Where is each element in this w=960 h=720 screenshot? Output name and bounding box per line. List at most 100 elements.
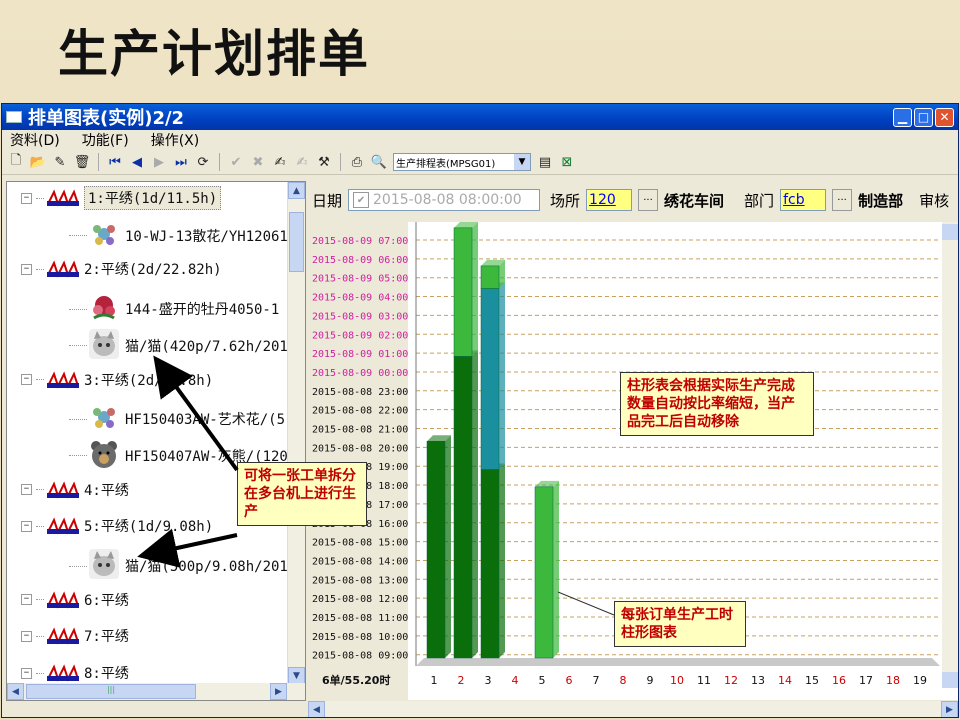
menu-data[interactable]: 资料(D) <box>10 130 60 150</box>
y-tick-label: 2015-08-08 09:00 <box>312 651 408 662</box>
y-tick-label: 2015-08-08 13:00 <box>312 575 408 586</box>
scroll-down-icon[interactable]: ▼ <box>288 667 305 684</box>
last-record-icon[interactable]: ⏭ <box>173 154 189 170</box>
new-icon[interactable]: 🗋 <box>8 153 24 170</box>
chevron-down-icon[interactable]: ▼ <box>514 154 530 170</box>
y-tick-label: 2015-08-08 12:00 <box>312 594 408 605</box>
scroll-track[interactable] <box>325 701 941 717</box>
machine-logo-icon <box>46 591 80 609</box>
tree-machine-node[interactable]: − 4:平绣 <box>21 480 129 500</box>
tree-order-node[interactable]: 144-盛开的牡丹4050-1 <box>69 292 279 326</box>
collapse-icon[interactable]: − <box>21 667 32 679</box>
dept-field[interactable]: fcb <box>780 189 827 211</box>
order-label: 144-盛开的牡丹4050-1 <box>125 302 280 319</box>
delete-icon[interactable]: 🗑 <box>74 154 91 170</box>
next-record-icon[interactable]: ▶ <box>151 154 167 170</box>
bar-side <box>499 282 505 470</box>
site-value: 120 <box>589 192 616 208</box>
tree-machine-node[interactable]: − 5:平绣(1d/9.08h) <box>21 516 213 536</box>
first-record-icon[interactable]: ⏮ <box>107 154 123 170</box>
tree-vertical-scrollbar[interactable]: ▲ ▼ <box>287 182 305 684</box>
refresh-icon[interactable]: ⟳ <box>195 154 211 170</box>
title-bar: 排单图表(实例)2/2 ▁ □ ✕ <box>2 104 958 130</box>
y-tick-label: 2015-08-09 06:00 <box>312 255 408 266</box>
print-preview-icon[interactable]: 🔍 <box>371 154 387 170</box>
menu-operate[interactable]: 操作(X) <box>151 130 200 150</box>
scroll-up-icon[interactable]: ▲ <box>288 182 305 199</box>
bear-icon <box>89 439 125 473</box>
date-field[interactable]: ✔ 2015-08-08 08:00:00 <box>348 189 541 211</box>
excel-icon[interactable]: ⊠ <box>559 154 575 170</box>
date-checkbox[interactable]: ✔ <box>353 192 370 208</box>
tool-icon[interactable]: ⚒ <box>316 154 332 170</box>
dept-lookup-button[interactable]: ··· <box>832 189 853 211</box>
tree-order-node[interactable]: 猫/猫(420p/7.62h/201 <box>69 328 288 363</box>
machine-label: 6:平绣 <box>84 592 129 609</box>
maximize-button[interactable]: □ <box>914 107 933 127</box>
scroll-right-icon[interactable]: ▶ <box>941 701 958 717</box>
chart-horizontal-scrollbar[interactable]: ◀ ▶ <box>308 701 958 717</box>
machine-logo-icon <box>46 664 80 682</box>
collapse-icon[interactable]: − <box>21 374 32 385</box>
prev-record-icon[interactable]: ◀ <box>129 154 145 170</box>
tree-order-node[interactable]: HF150403AW-艺术花/(5 <box>69 402 285 436</box>
dept-name: 制造部 <box>858 191 904 210</box>
unapprove-icon[interactable]: ✍ <box>294 154 310 170</box>
bars-callout: 每张订单生产工时柱形图表 <box>614 601 746 647</box>
dept-value: fcb <box>783 192 805 208</box>
machine-label: 4:平绣 <box>84 482 129 499</box>
bar <box>453 356 473 659</box>
edit-icon[interactable]: ✎ <box>52 154 68 170</box>
collapse-icon[interactable]: − <box>21 263 32 275</box>
machine-logo-icon <box>46 260 80 278</box>
y-tick-label: 2015-08-08 10:00 <box>312 632 408 643</box>
x-tick-label: 12 <box>724 674 738 687</box>
machine-label: 2:平绣(2d/22.82h) <box>84 262 222 279</box>
collapse-icon[interactable]: − <box>21 520 32 532</box>
tree-machine-node[interactable]: − 6:平绣 <box>21 590 129 610</box>
scroll-thumb[interactable]: ||| <box>26 684 196 699</box>
tree-machine-node[interactable]: − 1:平绣(1d/11.5h) <box>21 186 222 210</box>
scroll-left-icon[interactable]: ◀ <box>7 683 24 700</box>
tree-order-node[interactable]: 猫/猫(500p/9.08h/201 <box>69 549 288 583</box>
toolbar-separator <box>340 153 341 171</box>
site-lookup-button[interactable]: ··· <box>638 189 659 211</box>
x-tick-label: 8 <box>620 674 627 687</box>
scroll-up-icon <box>942 224 958 240</box>
bar-side <box>445 435 451 658</box>
minimize-button[interactable]: ▁ <box>893 107 912 127</box>
collapse-icon[interactable]: − <box>21 630 32 642</box>
print-icon[interactable]: ⎙ <box>349 154 365 170</box>
tree-machine-node[interactable]: − 7:平绣 <box>21 626 129 646</box>
open-folder-icon[interactable]: 📂 <box>30 154 46 170</box>
tree-machine-node[interactable]: − 8:平绣 <box>21 663 129 683</box>
collapse-icon[interactable]: − <box>21 192 32 204</box>
scroll-thumb[interactable] <box>289 212 304 272</box>
y-tick-label: 2015-08-09 00:00 <box>312 368 408 379</box>
toolbar-separator <box>219 153 220 171</box>
date-value: 2015-08-08 08:00:00 <box>373 192 522 208</box>
confirm-icon[interactable]: ✔ <box>228 154 244 170</box>
scroll-left-icon[interactable]: ◀ <box>308 701 325 717</box>
report-select[interactable]: 生产排程表(MPSG01) ▼ <box>393 153 531 171</box>
collapse-icon[interactable]: − <box>21 484 32 496</box>
cancel-icon[interactable]: ✖ <box>250 154 266 170</box>
x-tick-label: 5 <box>539 674 546 687</box>
x-tick-label: 18 <box>886 674 900 687</box>
machine-label: 5:平绣(1d/9.08h) <box>84 519 214 536</box>
collapse-icon[interactable]: − <box>21 594 32 606</box>
export-icon[interactable]: ▤ <box>537 154 553 170</box>
tree-machine-node[interactable]: − 2:平绣(2d/22.82h) <box>21 259 222 279</box>
machine-label: 1:平绣(1d/11.5h) <box>84 186 222 210</box>
flower-icon <box>89 219 125 253</box>
approve-icon[interactable]: ✍ <box>272 154 288 170</box>
close-button[interactable]: ✕ <box>935 107 954 127</box>
scroll-right-icon[interactable]: ▶ <box>270 683 287 700</box>
site-name: 绣花车间 <box>664 191 725 210</box>
menu-function[interactable]: 功能(F) <box>82 130 129 150</box>
tree-machine-node[interactable]: − 3:平绣(2d/14.8h) <box>21 370 213 390</box>
tree-order-node[interactable]: 10-WJ-13散花/YH12061 <box>69 219 288 253</box>
tree-horizontal-scrollbar[interactable]: ◀ ||| ▶ <box>7 683 305 700</box>
bar <box>534 486 554 659</box>
site-field[interactable]: 120 <box>586 189 633 211</box>
